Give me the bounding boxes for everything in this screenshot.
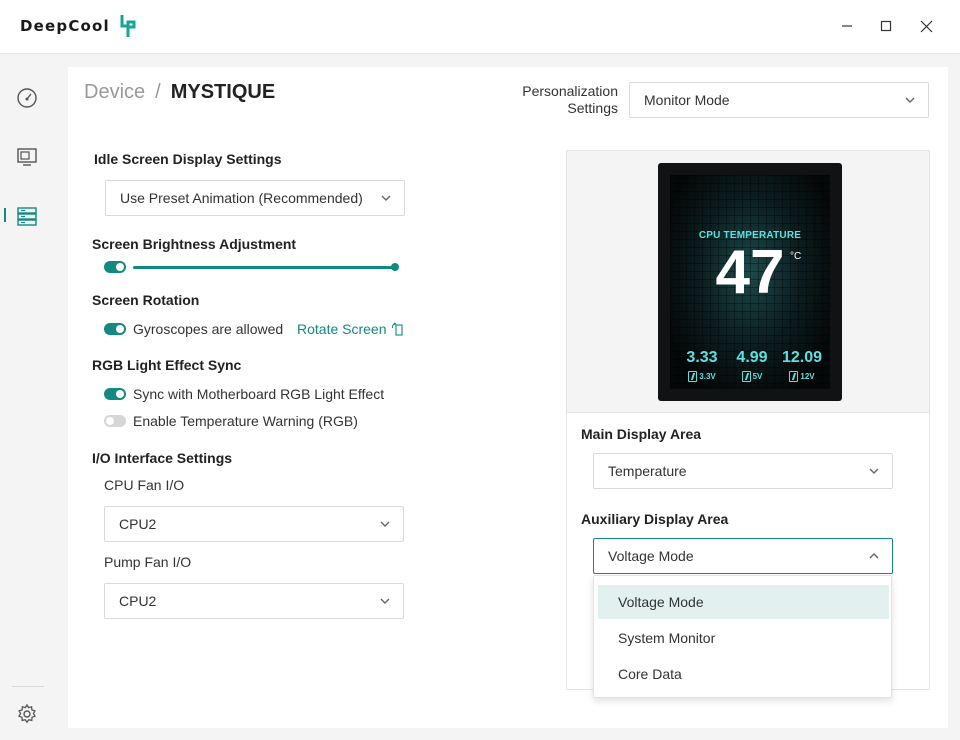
brightness-toggle[interactable] xyxy=(104,261,126,273)
temp-warning-toggle[interactable] xyxy=(104,415,126,427)
chevron-down-icon xyxy=(381,195,391,201)
idle-screen-title: Idle Screen Display Settings xyxy=(94,151,282,167)
sidebar-divider xyxy=(12,686,44,687)
pump-fan-value: CPU2 xyxy=(119,593,157,609)
personalization-value: Monitor Mode xyxy=(644,92,730,108)
gyroscope-toggle[interactable] xyxy=(104,323,126,335)
server-icon xyxy=(17,207,37,226)
title-bar: DeepCool xyxy=(0,0,960,54)
main-display-label: Main Display Area xyxy=(581,426,702,442)
battery-bolt-icon xyxy=(688,371,698,382)
sidebar-item-display[interactable] xyxy=(14,144,40,170)
voltage-3v3-value: 3.33 xyxy=(686,349,718,366)
aux-display-select[interactable]: Voltage Mode xyxy=(593,538,893,574)
voltage-12v-label: 12V xyxy=(777,371,827,382)
brightness-slider-track[interactable] xyxy=(133,266,395,269)
chevron-down-icon xyxy=(905,97,915,103)
brand-name: DeepCool xyxy=(20,17,110,35)
brightness-title: Screen Brightness Adjustment xyxy=(92,236,297,252)
voltage-3v3-label: 3.3V xyxy=(677,371,727,382)
deepcool-logo-icon xyxy=(120,15,136,37)
page-title: MYSTIQUE xyxy=(170,81,276,103)
gyroscope-label: Gyroscopes are allowed xyxy=(133,321,284,337)
main-display-select[interactable]: Temperature xyxy=(593,453,893,489)
battery-bolt-icon xyxy=(789,371,799,382)
close-icon xyxy=(920,20,932,32)
sidebar-item-devices[interactable] xyxy=(14,203,40,229)
aux-display-dropdown: Voltage Mode System Monitor Core Data xyxy=(593,575,892,698)
dropdown-option-core-data[interactable]: Core Data xyxy=(598,657,889,691)
monitor-icon xyxy=(17,148,37,166)
close-button[interactable] xyxy=(914,14,938,38)
voltage-5v-label: 5V xyxy=(727,371,777,382)
settings-button[interactable] xyxy=(14,701,40,727)
lcd-preview-frame: CPU TEMPERATURE 47 °C 3.33 3.3V 4.99 5V … xyxy=(658,163,842,401)
cpu-fan-value: CPU2 xyxy=(119,516,157,532)
personalization-label: Personalization Settings xyxy=(522,83,618,116)
active-indicator xyxy=(4,208,6,222)
breadcrumb: Device / MYSTIQUE xyxy=(84,81,275,104)
voltage-5v-value: 4.99 xyxy=(736,349,768,366)
chevron-down-icon xyxy=(869,468,879,474)
deepcool-logo: DeepCool xyxy=(20,14,138,38)
rotate-screen-label: Rotate Screen xyxy=(297,321,387,337)
rotate-screen-link[interactable]: Rotate Screen xyxy=(297,321,405,337)
dropdown-option-system-monitor[interactable]: System Monitor xyxy=(598,621,889,655)
brightness-slider-handle[interactable] xyxy=(391,263,399,271)
chevron-up-icon xyxy=(869,553,879,559)
temp-warning-label: Enable Temperature Warning (RGB) xyxy=(133,413,358,429)
cpu-fan-select[interactable]: CPU2 xyxy=(104,506,404,542)
gear-icon xyxy=(18,703,36,724)
minimize-icon xyxy=(842,25,852,27)
pump-fan-select[interactable]: CPU2 xyxy=(104,583,404,619)
rgb-sync-title: RGB Light Effect Sync xyxy=(92,357,242,373)
preview-temperature: 47 xyxy=(715,238,785,307)
main-display-value: Temperature xyxy=(608,463,687,479)
rgb-sync-toggle[interactable] xyxy=(104,388,126,400)
idle-screen-select[interactable]: Use Preset Animation (Recommended) xyxy=(105,180,405,216)
maximize-icon xyxy=(880,20,892,32)
rgb-sync-label: Sync with Motherboard RGB Light Effect xyxy=(133,386,385,402)
breadcrumb-device[interactable]: Device xyxy=(84,81,145,104)
cpu-fan-label: CPU Fan I/O xyxy=(104,477,185,493)
preview-unit: °C xyxy=(790,251,802,262)
screen-preview-area: CPU TEMPERATURE 47 °C 3.33 3.3V 4.99 5V … xyxy=(567,151,929,413)
speedometer-icon xyxy=(17,88,37,108)
main-panel: Device / MYSTIQUE Personalization Settin… xyxy=(68,67,948,728)
breadcrumb-separator: / xyxy=(155,81,161,103)
rotate-screen-icon xyxy=(391,322,403,336)
pump-fan-label: Pump Fan I/O xyxy=(104,554,192,570)
chevron-down-icon xyxy=(380,521,390,527)
maximize-button[interactable] xyxy=(874,14,898,38)
voltage-12v-value: 12.09 xyxy=(781,349,823,366)
aux-display-value: Voltage Mode xyxy=(608,548,694,564)
battery-bolt-icon xyxy=(741,371,751,382)
lcd-preview-screen: CPU TEMPERATURE 47 °C 3.33 3.3V 4.99 5V … xyxy=(670,175,830,389)
sidebar xyxy=(0,55,56,740)
io-settings-title: I/O Interface Settings xyxy=(92,450,233,466)
sidebar-item-dashboard[interactable] xyxy=(14,85,40,111)
rotation-title: Screen Rotation xyxy=(92,292,200,308)
chevron-down-icon xyxy=(380,598,390,604)
minimize-button[interactable] xyxy=(835,14,859,38)
idle-screen-value: Use Preset Animation (Recommended) xyxy=(120,190,363,206)
aux-display-label: Auxiliary Display Area xyxy=(581,511,729,527)
personalization-select[interactable]: Monitor Mode xyxy=(629,82,929,118)
dropdown-option-voltage-mode[interactable]: Voltage Mode xyxy=(598,585,889,619)
